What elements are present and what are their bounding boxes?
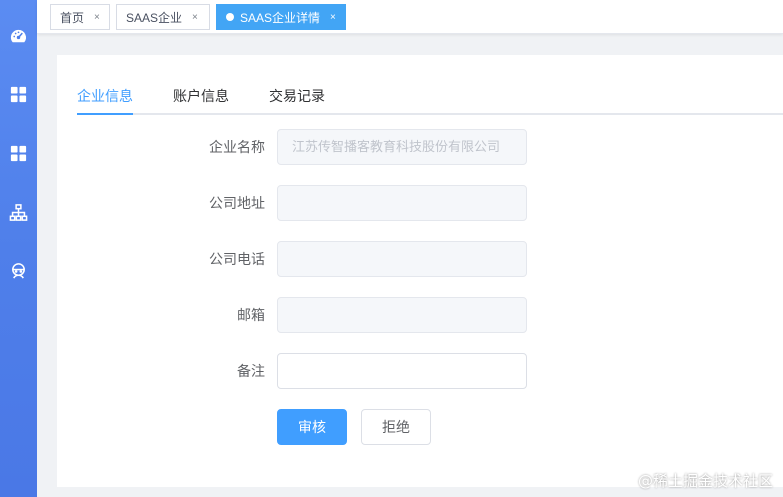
tag-saas-enterprise-detail[interactable]: SAAS企业详情 ×: [216, 4, 346, 30]
tag-label: 首页: [60, 10, 85, 25]
close-icon[interactable]: ×: [94, 12, 100, 23]
form-row-company-address: 公司地址: [57, 185, 783, 221]
tags-view-bar: 首页 × SAAS企业 × SAAS企业详情 ×: [37, 0, 783, 34]
company-address-label: 公司地址: [209, 195, 265, 211]
approve-button[interactable]: 审核: [277, 409, 347, 445]
remark-input[interactable]: [277, 353, 527, 389]
form-row-company-name: 企业名称 江苏传智播客教育科技股份有限公司: [57, 129, 783, 165]
active-dot-icon: [226, 13, 234, 21]
close-icon[interactable]: ×: [192, 12, 198, 23]
tab-account-info[interactable]: 账户信息: [173, 86, 229, 115]
close-icon[interactable]: ×: [330, 12, 336, 23]
tab-company-info[interactable]: 企业信息: [77, 86, 133, 115]
tag-home[interactable]: 首页 ×: [50, 4, 110, 30]
form-actions: 审核 拒绝: [57, 409, 783, 445]
remark-label: 备注: [237, 363, 265, 379]
company-phone-label: 公司电话: [209, 251, 265, 267]
email-input[interactable]: [277, 297, 527, 333]
org-chart-icon[interactable]: [9, 203, 28, 222]
tag-label: SAAS企业详情: [240, 10, 321, 25]
dashboard-icon[interactable]: [9, 27, 28, 46]
email-label: 邮箱: [237, 307, 265, 323]
form-row-email: 邮箱: [57, 297, 783, 333]
detail-card: 企业信息 账户信息 交易记录 企业名称 江苏传智播客教育科技股份有限公司 公司地…: [57, 55, 783, 487]
company-name-input[interactable]: 江苏传智播客教育科技股份有限公司: [277, 129, 527, 165]
tag-saas-enterprise[interactable]: SAAS企业 ×: [116, 4, 210, 30]
company-phone-input[interactable]: [277, 241, 527, 277]
reject-button[interactable]: 拒绝: [361, 409, 431, 445]
grid-icon[interactable]: [9, 144, 28, 163]
watermark: @稀土掘金技术社区: [637, 472, 773, 490]
company-address-input[interactable]: [277, 185, 527, 221]
form-row-remark: 备注: [57, 353, 783, 389]
tag-label: SAAS企业: [126, 10, 183, 25]
form-row-company-phone: 公司电话: [57, 241, 783, 277]
sidebar: [0, 0, 37, 497]
grid-icon[interactable]: [9, 85, 28, 104]
user-service-icon[interactable]: [9, 261, 28, 280]
tab-bar: 企业信息 账户信息 交易记录: [77, 77, 783, 115]
company-name-label: 企业名称: [209, 139, 265, 155]
tab-active-indicator: [77, 113, 133, 115]
tab-transaction-records[interactable]: 交易记录: [269, 86, 325, 115]
